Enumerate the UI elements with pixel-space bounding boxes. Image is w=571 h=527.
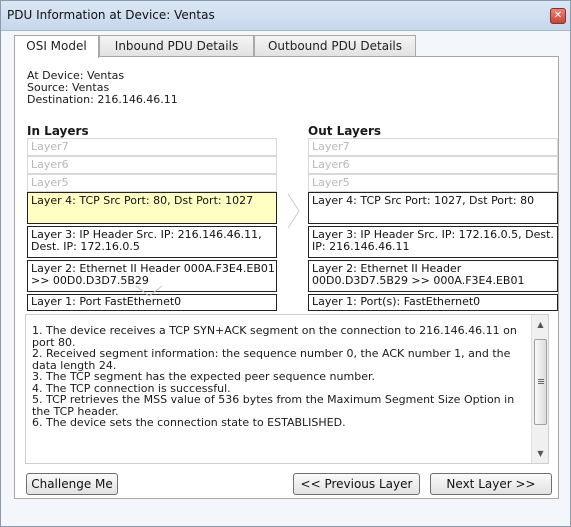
close-icon[interactable]: ✕: [550, 8, 566, 24]
down-arrow-icon: [135, 285, 163, 297]
window-title: PDU Information at Device: Ventas: [7, 8, 215, 22]
out-layer-4[interactable]: Layer 4: TCP Src Port: 1027, Dst Port: 8…: [308, 192, 558, 224]
challenge-me-button[interactable]: Challenge Me: [26, 473, 118, 495]
pdu-info-window: PDU Information at Device: Ventas ✕ OSI …: [0, 0, 571, 527]
layer-arrow-icon: [287, 193, 300, 229]
out-layer-3[interactable]: Layer 3: IP Header Src. IP: 172.16.0.5, …: [308, 226, 558, 258]
device-info: At Device: Ventas Source: Ventas Destina…: [27, 70, 178, 106]
scroll-up-icon[interactable]: ▲: [536, 320, 545, 329]
tab-outbound-pdu-details[interactable]: Outbound PDU Details: [254, 35, 416, 57]
out-layer-7[interactable]: Layer7: [308, 138, 558, 156]
out-layer-6[interactable]: Layer6: [308, 156, 558, 174]
in-layer-7[interactable]: Layer7: [27, 138, 277, 156]
in-layer-4[interactable]: Layer 4: TCP Src Port: 80, Dst Port: 102…: [27, 192, 277, 224]
destination-address: Destination: 216.146.46.11: [27, 93, 178, 106]
event-description-box[interactable]: 1. The device receives a TCP SYN+ACK seg…: [25, 314, 549, 464]
out-layer-1[interactable]: Layer 1: Port(s): FastEthernet0: [308, 294, 558, 311]
tab-osi-model[interactable]: OSI Model: [14, 35, 99, 58]
osi-model-panel: At Device: Ventas Source: Ventas Destina…: [14, 56, 559, 499]
in-layer-6[interactable]: Layer6: [27, 156, 277, 174]
vertical-scrollbar[interactable]: ▲ ▼: [531, 315, 548, 463]
description-line: 1. The device receives a TCP SYN+ACK seg…: [32, 324, 517, 349]
in-layers-title: In Layers: [27, 124, 89, 138]
in-layer-3[interactable]: Layer 3: IP Header Src. IP: 216.146.46.1…: [27, 226, 277, 258]
tab-inbound-pdu-details[interactable]: Inbound PDU Details: [99, 35, 254, 57]
description-line: 5. TCP retrieves the MSS value of 536 by…: [32, 393, 515, 418]
previous-layer-button[interactable]: << Previous Layer: [293, 473, 420, 495]
scroll-down-icon[interactable]: ▼: [536, 449, 545, 458]
event-description: 1. The device receives a TCP SYN+ACK seg…: [32, 325, 530, 429]
scroll-thumb[interactable]: [534, 339, 547, 425]
description-line: 3. The TCP segment has the expected peer…: [32, 370, 375, 383]
out-layer-5[interactable]: Layer5: [308, 174, 558, 192]
out-layer-2[interactable]: Layer 2: Ethernet II Header 00D0.D3D7.5B…: [308, 260, 558, 292]
next-layer-button[interactable]: Next Layer >>: [430, 473, 552, 495]
title-bar[interactable]: PDU Information at Device: Ventas ✕: [1, 1, 570, 31]
description-line: 6. The device sets the connection state …: [32, 416, 346, 429]
description-line: 2. Received segment information: the seq…: [32, 347, 511, 372]
out-layers-title: Out Layers: [308, 124, 382, 138]
in-layer-5[interactable]: Layer5: [27, 174, 277, 192]
